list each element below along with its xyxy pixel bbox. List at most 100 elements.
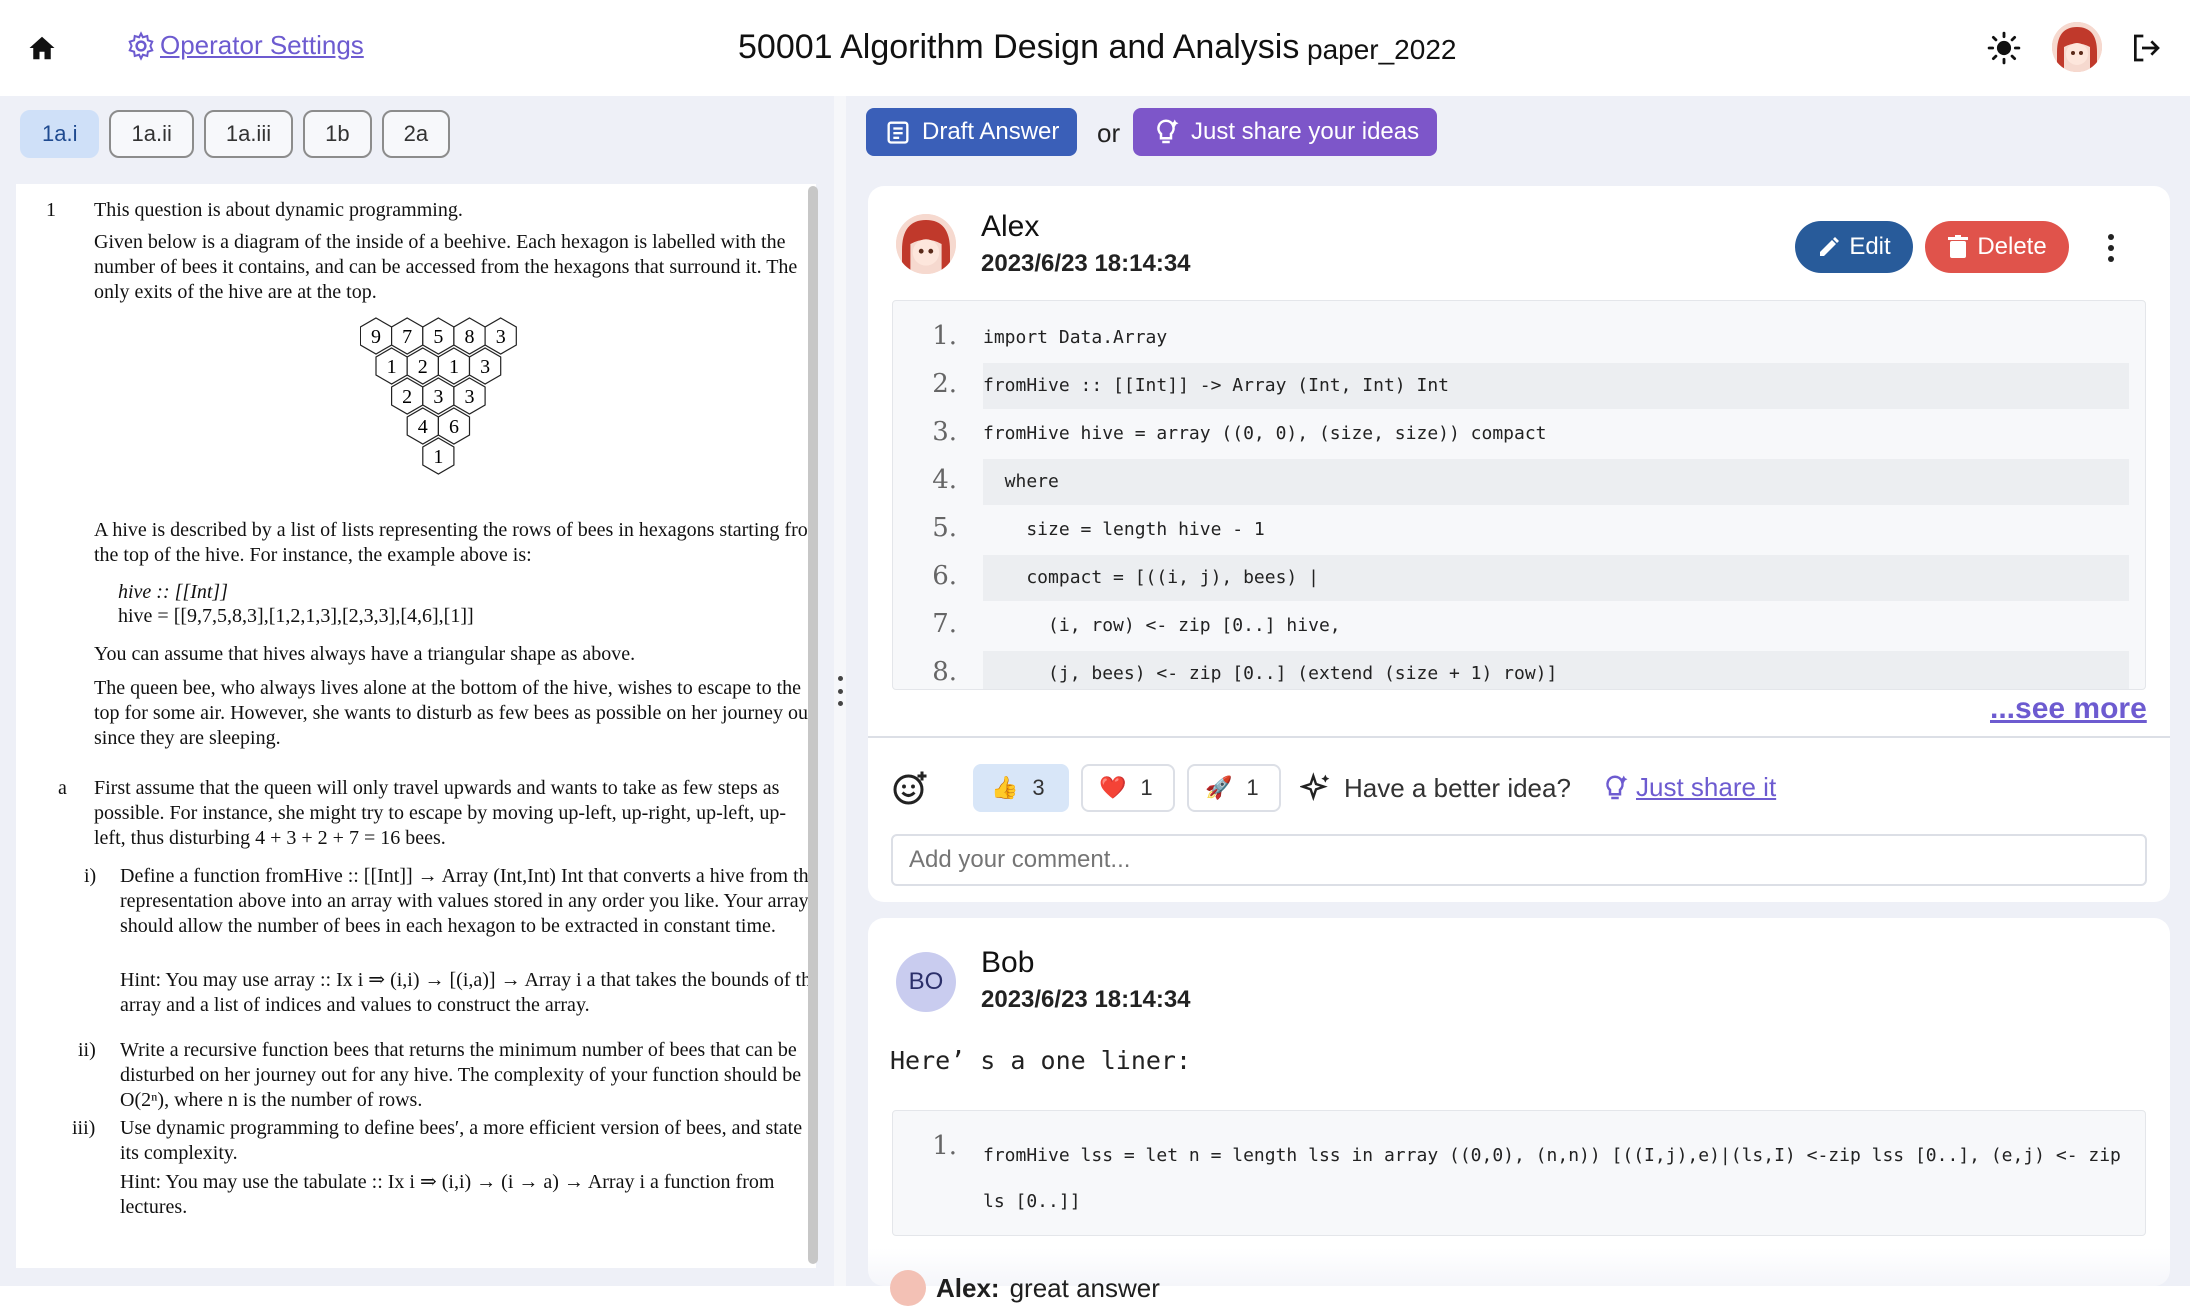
- more-options-icon[interactable]: [2096, 228, 2126, 268]
- part-iii-text: Use dynamic programming to define bees′,…: [120, 1117, 803, 1164]
- comment-input[interactable]: [891, 834, 2147, 886]
- code-line: 1. import Data.Array: [893, 315, 2145, 363]
- answer-body: Here’ s a one liner:: [890, 1046, 1192, 1075]
- reaction-thumbs-up[interactable]: 👍 3: [973, 764, 1069, 812]
- line-number: 1.: [932, 1131, 957, 1161]
- hive-cell-value: 9: [371, 326, 381, 348]
- code-line: 4. where: [893, 459, 2145, 507]
- reaction-heart[interactable]: ❤️ 1: [1081, 764, 1175, 812]
- line-number: 7.: [932, 609, 957, 639]
- comment-author: Alex:: [936, 1272, 1000, 1303]
- page-title: 50001 Algorithm Design and Analysis: [738, 28, 1300, 66]
- part-ii-label: ii): [78, 1039, 96, 1061]
- hive-cell-value: 3: [496, 326, 506, 348]
- paper-scrollbar[interactable]: [808, 186, 818, 1264]
- operator-settings-label: Operator Settings: [160, 30, 364, 60]
- hive-value: hive = [[9,7,5,8,3],[1,2,1,3],[2,3,3],[4…: [118, 605, 474, 627]
- tab-1a-ii[interactable]: 1a.ii: [109, 110, 194, 158]
- code-text: fromHive :: [[Int]] -> Array (Int, Int) …: [983, 375, 1449, 396]
- author-avatar: [896, 214, 956, 274]
- line-number: 1.: [932, 321, 957, 351]
- line-number: 5.: [932, 513, 957, 543]
- hive-cell-value: 1: [433, 446, 443, 468]
- or-text: or: [1097, 118, 1121, 148]
- question-number: 1: [46, 199, 56, 221]
- tab-1b[interactable]: 1b: [303, 110, 372, 158]
- draft-answer-button[interactable]: Draft Answer: [866, 108, 1078, 156]
- code-block: 1. fromHive lss = let n = length lss in …: [892, 1110, 2146, 1236]
- hive-cell-value: 3: [480, 356, 490, 378]
- tab-1a-i[interactable]: 1a.i: [20, 110, 100, 158]
- part-i-label: i): [84, 865, 97, 887]
- sparkle-icon: [1300, 772, 1330, 802]
- home-button[interactable]: [22, 28, 62, 68]
- question-paragraph-3: You can assume that hives always have a …: [94, 643, 636, 665]
- add-reaction-button[interactable]: [890, 768, 930, 808]
- operator-settings-link[interactable]: Operator Settings: [126, 30, 364, 61]
- line-number: 8.: [932, 657, 957, 687]
- hive-cell-value: 2: [418, 356, 428, 378]
- share-ideas-label: Just share your ideas: [1191, 118, 1420, 145]
- reaction-count: 1: [1140, 775, 1153, 800]
- avatar: [890, 1270, 926, 1306]
- user-avatar[interactable]: [2052, 22, 2102, 72]
- logout-icon: [2134, 34, 2160, 62]
- answer-date: 2023/6/23 18:14:34: [981, 986, 1191, 1013]
- part-iii-hint: Hint: You may use the tabulate :: Ix i ⇒…: [120, 1171, 775, 1218]
- sun-icon: [1987, 31, 2021, 65]
- share-it-link[interactable]: Just share it: [1600, 772, 1776, 803]
- code-text: fromHive hive = array ((0, 0), (size, si…: [983, 423, 1547, 444]
- part-i-hint: Hint: You may use array :: Ix i ⇒ (i,i) …: [120, 969, 816, 1016]
- gear-icon: [128, 30, 154, 61]
- code-text: (i, row) <- zip [0..] hive,: [983, 615, 1341, 636]
- delete-label: Delete: [1977, 233, 2047, 260]
- thumbs-up-icon: 👍: [991, 775, 1019, 800]
- code-text: (j, bees) <- zip [0..] (extend (size + 1…: [983, 663, 1558, 684]
- code-text: import Data.Array: [983, 327, 1168, 348]
- delete-button[interactable]: Delete: [1925, 221, 2069, 273]
- tab-2a[interactable]: 2a: [381, 110, 451, 158]
- rocket-icon: 🚀: [1205, 775, 1233, 800]
- hive-cell-value: 3: [433, 386, 443, 408]
- question-paragraph-2: A hive is described by a list of lists r…: [94, 519, 816, 566]
- code-line: 5. size = length hive - 1: [893, 507, 2145, 555]
- draft-answer-label: Draft Answer: [922, 118, 1060, 145]
- reaction-count: 3: [1032, 775, 1045, 800]
- exam-paper: 1 This question is about dynamic program…: [16, 184, 816, 1268]
- trash-icon: [1948, 235, 1969, 258]
- question-intro: This question is about dynamic programmi…: [94, 199, 463, 221]
- paper-name: paper_2022: [1307, 34, 1457, 65]
- reaction-rocket[interactable]: 🚀 1: [1187, 764, 1281, 812]
- line-number: 2.: [932, 369, 957, 399]
- theme-toggle-button[interactable]: [1984, 28, 2024, 68]
- top-bar: Operator Settings 50001 Algorithm Design…: [0, 0, 2190, 96]
- hive-cell-value: 8: [465, 326, 475, 348]
- see-more-link[interactable]: ...see more: [1990, 692, 2147, 726]
- better-idea-label: Have a better idea?: [1344, 772, 1571, 803]
- beehive-diagram: 9 7 5 8 31 2 1 32 3 34 61: [360, 317, 517, 475]
- hive-cell-value: 7: [402, 326, 412, 348]
- code-line: 8. (j, bees) <- zip [0..] (extend (size …: [893, 651, 2145, 689]
- part-i-text: Define a function fromHive :: [[Int]] → …: [120, 865, 816, 937]
- answer-author: Alex: [981, 210, 1040, 243]
- edit-label: Edit: [1849, 233, 1891, 260]
- logout-button[interactable]: [2126, 28, 2166, 68]
- hive-cell-value: 5: [433, 326, 443, 348]
- answer-author: Bob: [981, 946, 1035, 979]
- pencil-icon: [1820, 237, 1840, 256]
- hive-type: hive :: [[Int]]: [118, 581, 228, 603]
- part-a-text: First assume that the queen will only tr…: [94, 777, 787, 849]
- question-panel: 1a.i 1a.ii 1a.iii 1b 2a 1 This question …: [0, 96, 834, 1286]
- hive-cell-value: 4: [418, 416, 428, 438]
- edit-button[interactable]: Edit: [1795, 221, 1913, 273]
- comment-text: great answer: [1009, 1272, 1160, 1303]
- share-ideas-button[interactable]: Just share your ideas: [1133, 108, 1438, 156]
- answer-date: 2023/6/23 18:14:34: [981, 250, 1191, 277]
- code-text: where: [983, 471, 1059, 492]
- divider-handle-icon[interactable]: [837, 676, 843, 706]
- comment-preview: Alex: great answer: [890, 1270, 1160, 1306]
- tab-1a-iii[interactable]: 1a.iii: [203, 110, 294, 158]
- code-line: fromHive lss = let n = length lss in arr…: [983, 1145, 2132, 1212]
- hive-cell-value: 1: [387, 356, 397, 378]
- line-number: 4.: [932, 465, 957, 495]
